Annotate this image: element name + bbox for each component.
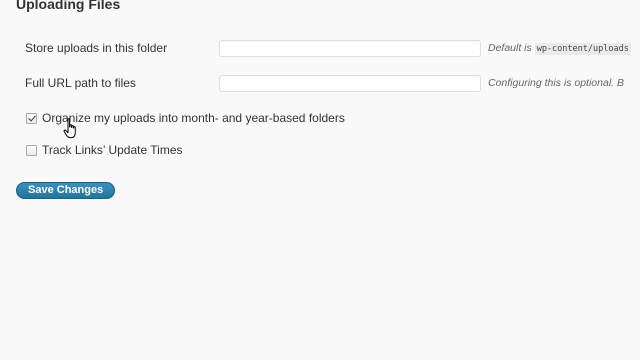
upload-path-description-prefix: Default is: [488, 42, 532, 54]
track-links-label: Track Links’ Update Times: [42, 143, 183, 157]
track-links-option[interactable]: Track Links’ Update Times: [26, 143, 183, 157]
organize-uploads-label: Organize my uploads into month- and year…: [42, 111, 345, 125]
organize-uploads-option[interactable]: Organize my uploads into month- and year…: [26, 111, 345, 125]
upload-url-description: Configuring this is optional. B: [488, 77, 624, 89]
upload-url-label: Full URL path to files: [25, 76, 136, 90]
save-changes-button[interactable]: Save Changes: [16, 182, 116, 199]
upload-path-input[interactable]: [219, 40, 481, 57]
settings-page: Uploading Files Store uploads in this fo…: [0, 0, 640, 360]
section-title: Uploading Files: [16, 0, 121, 12]
track-links-checkbox[interactable]: [26, 144, 37, 156]
upload-path-description: Default is wp-content/uploads: [488, 42, 631, 55]
upload-path-default-code: wp-content/uploads: [534, 43, 631, 55]
upload-path-label: Store uploads in this folder: [25, 41, 168, 55]
upload-url-input[interactable]: [219, 75, 481, 92]
organize-uploads-checkbox[interactable]: [26, 112, 37, 124]
